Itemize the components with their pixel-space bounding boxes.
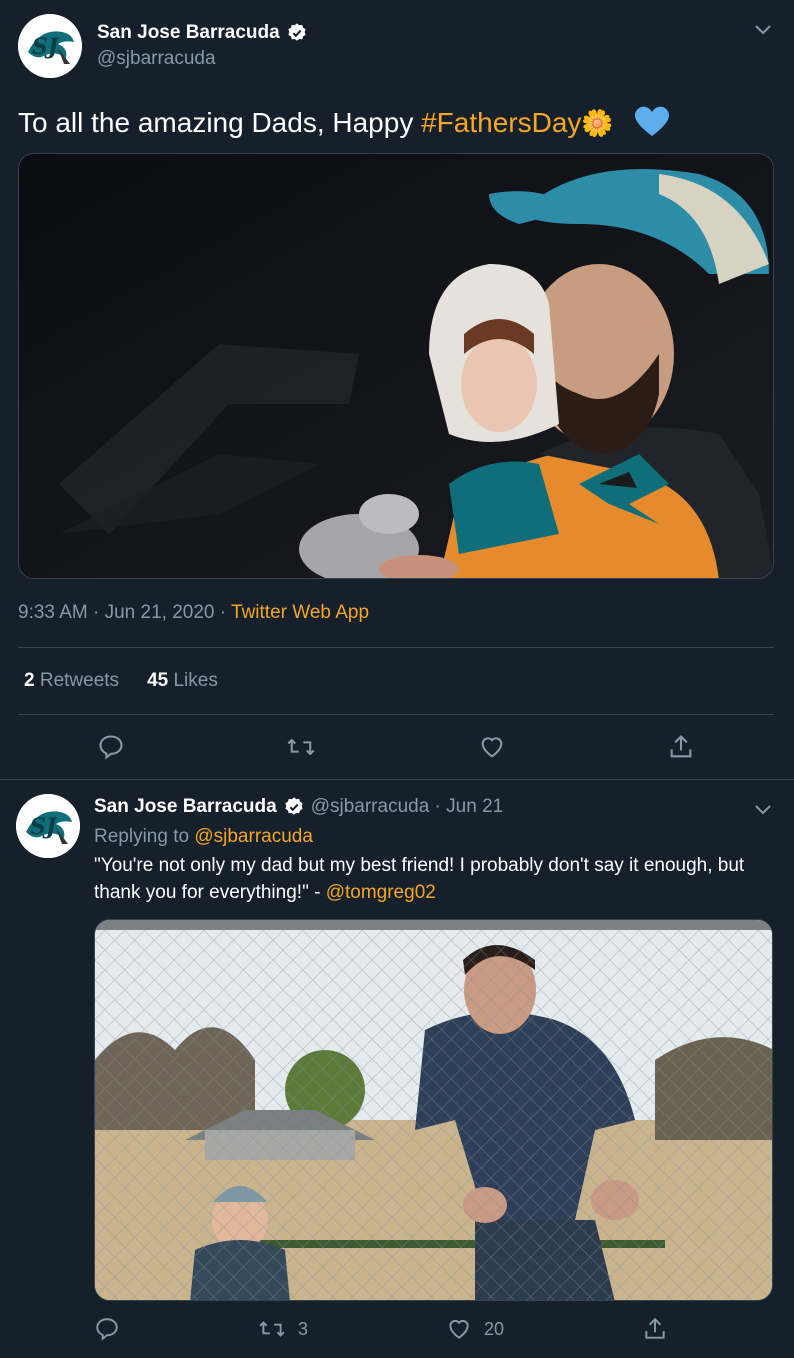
barracuda-logo: SJ (18, 14, 82, 78)
father-son-fence-photo (95, 920, 772, 1300)
share-icon (645, 1317, 665, 1339)
retweet-icon (287, 738, 315, 756)
reply-button[interactable] (97, 733, 125, 761)
verified-badge-icon (288, 23, 306, 41)
reply-tweet[interactable]: SJ San Jose Barracuda @sjbarracuda · Jun… (0, 780, 794, 1358)
chevron-down-icon[interactable] (752, 22, 774, 38)
like-button[interactable]: 20 (446, 1316, 504, 1342)
reply-button[interactable] (94, 1316, 120, 1342)
author-handle[interactable]: @sjbarracuda (97, 48, 216, 70)
avatar[interactable]: SJ (18, 14, 82, 78)
likes-label: Likes (173, 670, 218, 691)
like-count: 20 (483, 1318, 505, 1339)
flower-emoji: 🌼 (581, 108, 614, 138)
retweets-label: Retweets (39, 670, 120, 691)
retweet-icon (259, 1321, 285, 1337)
like-button[interactable] (478, 733, 506, 761)
main-tweet: SJ San Jose Barracuda @sjbarracuda To al… (0, 0, 794, 779)
action-bar (97, 733, 695, 761)
share-icon (670, 735, 692, 758)
father-child-photo (19, 154, 773, 578)
reply-action-bar: 3 20 (94, 1316, 668, 1342)
retweet-button[interactable]: 3 (258, 1316, 308, 1342)
replying-label: Replying to (94, 826, 195, 847)
tweet-body: To all the amazing Dads, Happy (18, 107, 422, 138)
like-icon (449, 1319, 469, 1339)
heart-emoji (634, 106, 669, 136)
retweets-count: 2 (24, 670, 35, 691)
author-handle[interactable]: @sjbarracuda (311, 796, 430, 818)
replying-handle-link[interactable]: @sjbarracuda (194, 826, 313, 847)
avatar[interactable]: SJ (16, 794, 80, 858)
divider (18, 714, 774, 715)
hashtag-link[interactable]: #FathersDay (421, 107, 581, 138)
reply-photo[interactable] (94, 919, 773, 1301)
like-icon (481, 737, 503, 758)
author-name[interactable]: San Jose Barracuda (94, 796, 277, 818)
source-link[interactable]: Twitter Web App (231, 602, 369, 623)
tweet-meta: 9:33 AM · Jun 21, 2020 · Twitter Web App (18, 602, 369, 624)
likes-count: 45 (147, 670, 169, 691)
reply-text: "You're not only my dad but my best frie… (94, 852, 754, 906)
share-button[interactable] (667, 733, 695, 761)
verified-badge-icon (285, 797, 303, 815)
separator: · (429, 796, 447, 817)
timestamp[interactable]: 9:33 AM · Jun 21, 2020 · (18, 602, 231, 623)
tweet-stats: 2 Retweets 45 Likes (24, 670, 218, 692)
divider (18, 647, 774, 648)
svg-text:SJ: SJ (30, 814, 58, 840)
svg-text:SJ: SJ (32, 34, 60, 60)
reply-icon (99, 735, 123, 760)
barracuda-logo: SJ (16, 794, 80, 858)
author-name[interactable]: San Jose Barracuda (97, 22, 280, 44)
chevron-down-icon[interactable] (752, 802, 774, 818)
likes-stat[interactable]: 45 Likes (147, 670, 218, 692)
retweet-count: 3 (297, 1318, 308, 1339)
retweets-stat[interactable]: 2 Retweets (24, 670, 119, 692)
mention-link[interactable]: @tomgreg02 (326, 882, 436, 903)
replying-to: Replying to @sjbarracuda (94, 826, 313, 848)
tweet-text: To all the amazing Dads, Happy #FathersD… (18, 104, 672, 140)
reply-icon (96, 1318, 118, 1341)
tweet-photo[interactable] (18, 153, 774, 579)
timestamp[interactable]: Jun 21 (446, 796, 503, 818)
retweet-button[interactable] (286, 733, 316, 761)
share-button[interactable] (642, 1316, 668, 1342)
